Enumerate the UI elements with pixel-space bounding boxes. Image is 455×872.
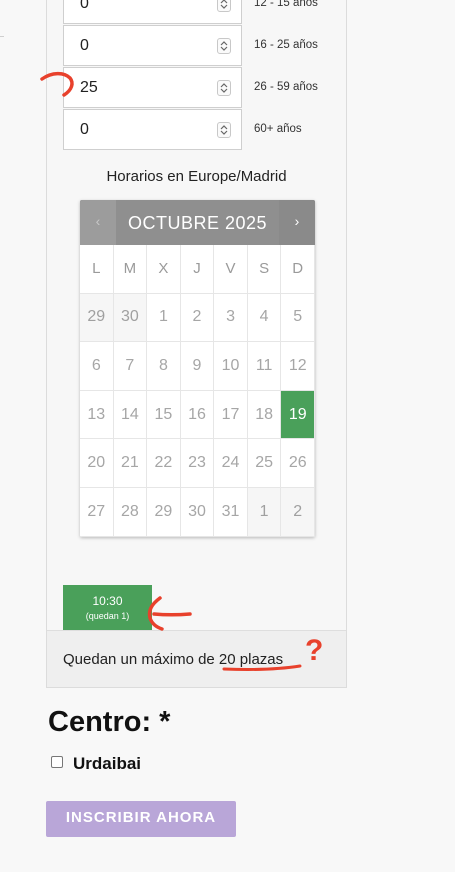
weekday-header: D — [281, 245, 315, 294]
slot-remaining: (quedan 1) — [85, 611, 130, 621]
calendar-day[interactable]: 11 — [247, 342, 282, 391]
stepper-icon[interactable] — [217, 0, 231, 12]
calendar-day[interactable]: 3 — [214, 293, 248, 343]
calendar-day[interactable]: 16 — [180, 390, 215, 440]
edge-tick — [0, 36, 4, 37]
weekday-header: V — [214, 245, 248, 294]
calendar-day[interactable]: 7 — [113, 342, 148, 391]
calendar-day[interactable]: 5 — [281, 293, 315, 343]
calendar-day[interactable]: 17 — [214, 390, 248, 440]
calendar-day[interactable]: 27 — [80, 487, 114, 537]
calendar-day[interactable]: 13 — [80, 390, 114, 440]
calendar-day[interactable]: 6 — [80, 342, 114, 391]
calendar-grid: L M X J V S D 29 30 1 2 3 4 5 6 7 8 9 10 11 12 13 14 15 16 17 18 19… — [80, 245, 315, 537]
weekday-header: L — [80, 245, 114, 294]
calendar-day[interactable]: 29 — [80, 293, 114, 343]
calendar-day[interactable]: 24 — [214, 439, 248, 488]
centro-checkbox[interactable] — [51, 756, 63, 768]
calendar-day[interactable]: 20 — [80, 439, 114, 488]
calendar-day[interactable]: 15 — [147, 390, 181, 440]
calendar-day[interactable]: 12 — [281, 342, 315, 391]
calendar-day[interactable]: 9 — [180, 342, 215, 391]
calendar-day[interactable]: 23 — [180, 439, 215, 488]
time-slot-button[interactable]: 10:30 (quedan 1) — [63, 585, 152, 630]
timezone-label: Horarios en Europe/Madrid — [106, 168, 287, 185]
quantity-value: 25 — [80, 79, 98, 96]
calendar-day[interactable]: 31 — [214, 487, 248, 537]
weekday-header: X — [147, 245, 181, 294]
calendar-day[interactable]: 30 — [113, 293, 148, 343]
calendar-day[interactable]: 21 — [113, 439, 148, 488]
stepper-icon[interactable] — [217, 122, 231, 138]
calendar-day-selected[interactable]: 19 — [281, 390, 315, 440]
calendar-day[interactable]: 29 — [147, 487, 181, 537]
date-picker: ‹ OCTUBRE 2025 › L M X J V S D 29 30 1 2 3 4 5 6 7 8 9 10 1… — [80, 200, 315, 537]
calendar-day[interactable]: 2 — [180, 293, 215, 343]
next-month-button[interactable]: › — [279, 200, 315, 245]
calendar-month-title: OCTUBRE 2025 — [127, 213, 268, 233]
calendar-day[interactable]: 25 — [247, 439, 282, 488]
calendar-day[interactable]: 8 — [147, 342, 181, 391]
calendar-day[interactable]: 1 — [147, 293, 181, 343]
slot-time: 10:30 — [92, 594, 123, 608]
quantity-value: 0 — [80, 0, 89, 12]
capacity-info: Quedan un máximo de 20 plazas — [47, 630, 346, 687]
weekday-header: M — [113, 245, 148, 294]
quantity-input-60-plus[interactable]: 0 — [63, 109, 242, 150]
calendar-day[interactable]: 2 — [281, 487, 315, 537]
submit-button[interactable]: INSCRIBIR AHORA — [46, 801, 236, 837]
stepper-icon[interactable] — [217, 38, 231, 54]
age-label: 12 - 15 años — [254, 0, 318, 9]
capacity-text: Quedan un máximo de 20 plazas — [63, 651, 284, 668]
age-label: 16 - 25 años — [254, 39, 318, 51]
centro-option-label[interactable]: Urdaibai — [73, 754, 141, 774]
calendar-day[interactable]: 10 — [214, 342, 248, 391]
quantity-value: 0 — [80, 37, 89, 54]
calendar-day[interactable]: 1 — [247, 487, 282, 537]
age-label: 26 - 59 años — [254, 81, 318, 93]
calendar-day[interactable]: 14 — [113, 390, 148, 440]
weekday-header: S — [247, 245, 282, 294]
quantity-input-26-59[interactable]: 25 — [63, 67, 242, 108]
quantity-value: 0 — [80, 121, 89, 138]
calendar-header: ‹ OCTUBRE 2025 › — [80, 200, 315, 245]
quantity-input-16-25[interactable]: 0 — [63, 25, 242, 66]
calendar-day[interactable]: 22 — [147, 439, 181, 488]
calendar-day[interactable]: 4 — [247, 293, 282, 343]
calendar-day[interactable]: 30 — [180, 487, 215, 537]
age-label: 60+ años — [254, 123, 302, 135]
prev-month-button[interactable]: ‹ — [80, 200, 116, 245]
calendar-day[interactable]: 18 — [247, 390, 282, 440]
stepper-icon[interactable] — [217, 80, 231, 96]
centro-heading: Centro: * — [48, 706, 171, 738]
quantity-input-12-15[interactable]: 0 — [63, 0, 242, 24]
calendar-day[interactable]: 28 — [113, 487, 148, 537]
calendar-day[interactable]: 26 — [281, 439, 315, 488]
weekday-header: J — [180, 245, 215, 294]
